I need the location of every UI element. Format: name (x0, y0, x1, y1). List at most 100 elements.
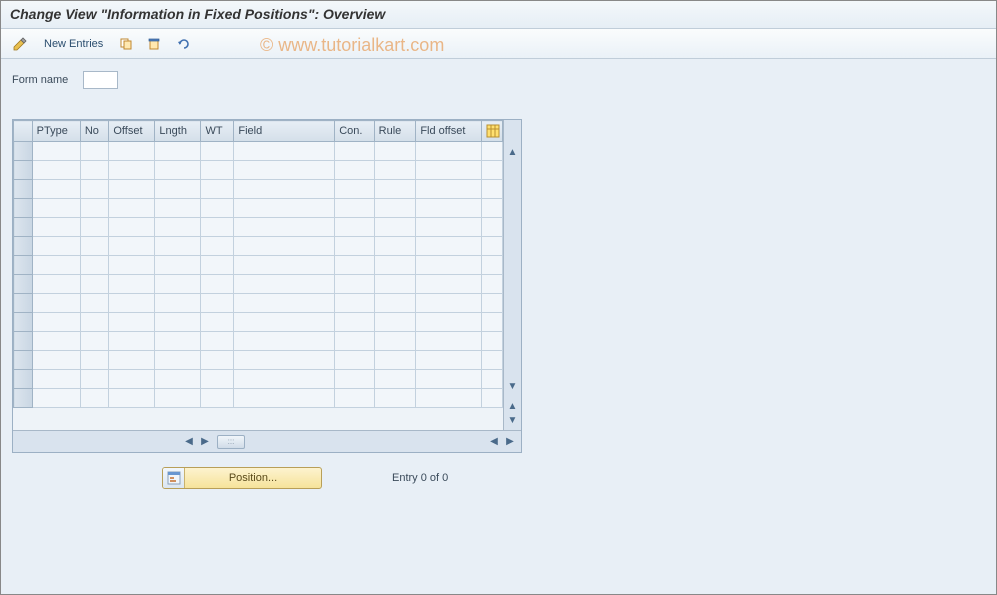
grid-cell[interactable] (416, 199, 482, 218)
grid-cell[interactable] (416, 294, 482, 313)
row-selector[interactable] (14, 218, 33, 237)
grid-cell[interactable] (335, 180, 374, 199)
grid-cell[interactable] (32, 199, 80, 218)
grid-cell[interactable] (416, 237, 482, 256)
grid-cell[interactable] (374, 256, 416, 275)
col-wt[interactable]: WT (201, 121, 234, 142)
grid-cell[interactable] (201, 275, 234, 294)
grid-cell[interactable] (234, 256, 335, 275)
grid-cell[interactable] (32, 142, 80, 161)
grid-cell[interactable] (109, 218, 155, 237)
grid-cell[interactable] (335, 351, 374, 370)
grid-cell[interactable] (109, 256, 155, 275)
grid-cell[interactable] (109, 313, 155, 332)
undo-button[interactable] (171, 34, 195, 54)
row-selector[interactable] (14, 161, 33, 180)
col-offset[interactable]: Offset (109, 121, 155, 142)
grid-cell[interactable] (109, 332, 155, 351)
grid-cell[interactable] (374, 161, 416, 180)
grid-cell[interactable] (374, 389, 416, 408)
grid-cell[interactable] (416, 142, 482, 161)
scroll-down-icon[interactable]: ▼ (506, 379, 520, 393)
col-fldoffset[interactable]: Fld offset (416, 121, 482, 142)
grid-cell[interactable] (201, 161, 234, 180)
grid-cell[interactable] (80, 180, 109, 199)
grid-cell[interactable] (201, 332, 234, 351)
grid-cell[interactable] (234, 370, 335, 389)
grid-cell[interactable] (32, 256, 80, 275)
position-button[interactable]: Position... (162, 467, 322, 489)
grid-cell[interactable] (416, 332, 482, 351)
grid-cell[interactable] (335, 313, 374, 332)
grid-cell[interactable] (234, 313, 335, 332)
grid-cell[interactable] (32, 389, 80, 408)
row-selector[interactable] (14, 199, 33, 218)
grid-cell[interactable] (201, 218, 234, 237)
grid-cell[interactable] (482, 389, 503, 408)
grid-cell[interactable] (109, 275, 155, 294)
grid-cell[interactable] (416, 180, 482, 199)
grid-cell[interactable] (109, 294, 155, 313)
form-name-input[interactable] (83, 71, 118, 89)
grid-cell[interactable] (80, 256, 109, 275)
grid-cell[interactable] (234, 199, 335, 218)
grid-cell[interactable] (335, 199, 374, 218)
toggle-edit-button[interactable] (8, 34, 32, 54)
copy-button[interactable] (115, 34, 137, 54)
grid-cell[interactable] (109, 351, 155, 370)
col-field[interactable]: Field (234, 121, 335, 142)
col-ptype[interactable]: PType (32, 121, 80, 142)
grid-cell[interactable] (374, 294, 416, 313)
grid-cell[interactable] (374, 218, 416, 237)
grid-cell[interactable] (155, 180, 201, 199)
grid-cell[interactable] (32, 161, 80, 180)
grid-cell[interactable] (201, 180, 234, 199)
col-no[interactable]: No (80, 121, 109, 142)
grid-cell[interactable] (374, 332, 416, 351)
grid-cell[interactable] (416, 370, 482, 389)
grid-cell[interactable] (155, 332, 201, 351)
row-selector[interactable] (14, 389, 33, 408)
grid-cell[interactable] (335, 142, 374, 161)
grid-cell[interactable] (155, 294, 201, 313)
grid-cell[interactable] (482, 161, 503, 180)
grid-cell[interactable] (109, 237, 155, 256)
grid-cell[interactable] (335, 275, 374, 294)
grid-cell[interactable] (80, 351, 109, 370)
grid-cell[interactable] (416, 275, 482, 294)
row-selector[interactable] (14, 351, 33, 370)
grid-cell[interactable] (80, 218, 109, 237)
grid-cell[interactable] (374, 351, 416, 370)
scroll-up-icon[interactable]: ▲ (506, 145, 520, 159)
grid-cell[interactable] (201, 142, 234, 161)
grid-cell[interactable] (482, 218, 503, 237)
grid-cell[interactable] (335, 370, 374, 389)
grid-cell[interactable] (32, 294, 80, 313)
grid-cell[interactable] (109, 389, 155, 408)
grid-cell[interactable] (335, 294, 374, 313)
grid-cell[interactable] (109, 199, 155, 218)
grid-cell[interactable] (482, 370, 503, 389)
row-selector[interactable] (14, 180, 33, 199)
grid-cell[interactable] (80, 370, 109, 389)
grid-cell[interactable] (335, 256, 374, 275)
select-all-header[interactable] (14, 121, 33, 142)
grid-cell[interactable] (374, 275, 416, 294)
grid-cell[interactable] (32, 275, 80, 294)
row-selector[interactable] (14, 370, 33, 389)
grid-cell[interactable] (201, 294, 234, 313)
grid-cell[interactable] (109, 142, 155, 161)
grid-cell[interactable] (416, 351, 482, 370)
grid-cell[interactable] (374, 180, 416, 199)
hscroll-left-icon[interactable]: ◀ (182, 435, 196, 449)
grid-cell[interactable] (155, 199, 201, 218)
grid-cell[interactable] (234, 142, 335, 161)
grid-cell[interactable] (80, 313, 109, 332)
hscroll-right2-icon[interactable]: ▶ (503, 435, 517, 449)
horizontal-scrollbar[interactable]: ◀ ▶ ::: ◀ ▶ (13, 430, 521, 452)
grid-cell[interactable] (109, 180, 155, 199)
grid-cell[interactable] (482, 256, 503, 275)
grid-cell[interactable] (155, 142, 201, 161)
scroll-up2-icon[interactable]: ▲ (506, 399, 520, 413)
grid-cell[interactable] (109, 161, 155, 180)
